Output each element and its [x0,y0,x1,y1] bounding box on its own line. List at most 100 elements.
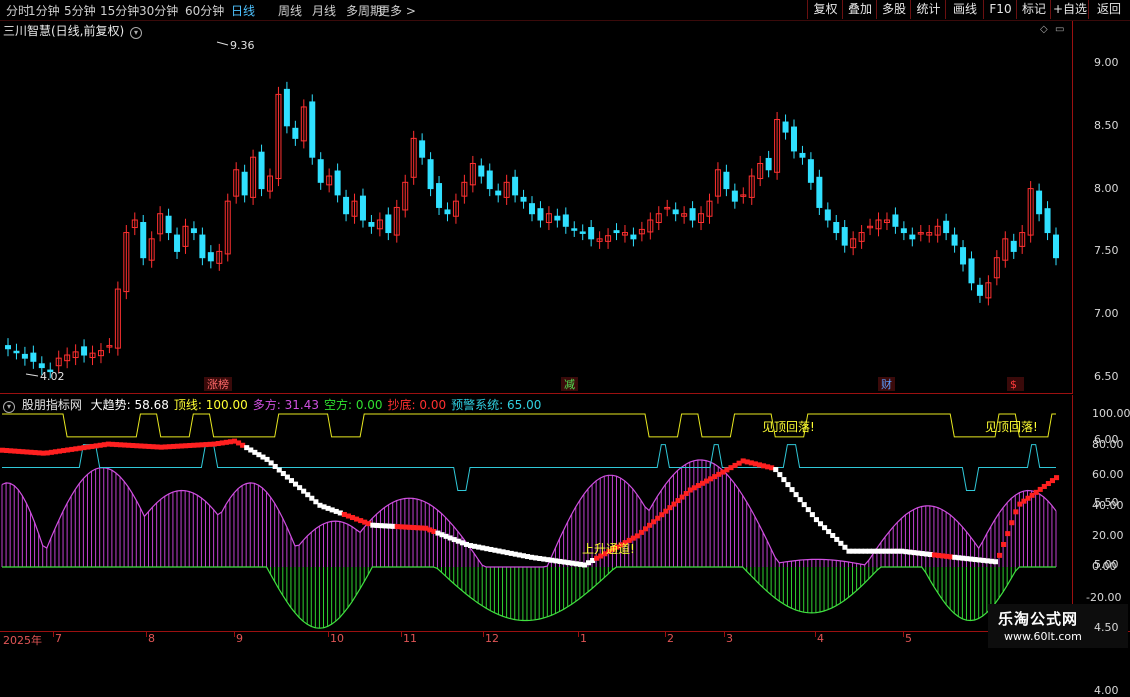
candle [706,193,713,224]
trend-step [777,472,783,478]
short-outline [2,566,1056,629]
event-tag[interactable]: $ [1010,378,1017,391]
period-tab[interactable]: 日线 [231,2,255,19]
indicator-tick-label: 100.00 [1092,407,1130,420]
period-tab[interactable]: 分时 [6,2,30,19]
period-tab[interactable]: 15分钟 [100,2,139,19]
trend-step [1005,531,1011,537]
candle [368,214,375,234]
candle [1027,181,1034,243]
kline-panel[interactable]: 9.36 4.02 涨榜 减 财 $ [0,21,1073,394]
candle [478,158,485,184]
candle [452,193,459,224]
indicator-chart[interactable]: 见顶回落! 见顶回落! 上升通道! [0,395,1072,630]
candle [224,193,231,262]
candle [461,174,468,204]
candle [799,145,806,165]
kline-chart[interactable]: 9.36 4.02 涨榜 减 财 $ [0,21,1072,393]
date-month: 5 [905,632,912,645]
candle [807,152,814,190]
high-arrow [216,41,229,46]
indicator-tick-label: 20.00 [1092,529,1124,543]
trend-step [997,552,1003,558]
trend-step [781,477,787,483]
toolbar-button[interactable]: 复权 [807,0,843,19]
period-tab[interactable]: 更多 > [378,2,416,19]
candle [157,206,164,242]
price-tick-label: 4.00 [1094,684,1119,697]
candle [605,228,612,249]
period-tab[interactable]: 月线 [312,2,336,19]
candle [13,343,20,360]
candle [106,338,113,354]
candle [664,199,671,217]
candle [698,206,705,231]
indicator-panel[interactable]: 见顶回落! 见顶回落! 上升通道! [0,395,1073,630]
candle [486,163,493,197]
period-tab[interactable]: 周线 [278,2,302,19]
date-month: 4 [817,632,824,645]
candle [926,225,933,243]
indicator-tick-label: -20.00 [1086,590,1122,604]
candle [436,176,443,215]
candle [250,149,257,205]
candle [495,183,502,203]
candle [174,227,181,259]
period-tab[interactable]: 5分钟 [64,2,96,19]
candle [545,206,552,231]
date-month: 8 [148,632,155,645]
candle [283,81,290,134]
toolbar-button[interactable]: 叠加 [842,0,877,19]
indicator-tick-label: 40.00 [1092,498,1124,512]
date-tick [903,631,904,637]
toolbar-button[interactable]: 多股 [876,0,911,19]
event-tag[interactable]: 涨榜 [207,377,229,391]
candle [875,212,882,237]
candle [714,162,721,204]
candle [207,245,214,269]
candle [672,202,679,222]
candle [72,344,79,366]
period-tab[interactable]: 60分钟 [185,2,224,19]
period-tab[interactable]: 多周期 [346,2,382,19]
date-month: 9 [236,632,243,645]
candle [165,208,172,241]
candle [216,243,223,271]
toolbar-button[interactable]: F10 [983,0,1017,19]
candle [300,99,307,149]
candle [233,162,240,204]
period-tab[interactable]: 1分钟 [28,2,60,19]
candle [376,212,383,237]
candle [182,218,189,254]
candle [554,208,561,228]
date-month: 7 [55,632,62,645]
candle [917,225,924,242]
candle [596,231,603,249]
candle [512,169,519,203]
candle [199,227,206,266]
event-tag[interactable]: 减 [564,378,575,391]
toolbar-button[interactable]: 返回 [1088,0,1129,19]
period-tab[interactable]: 30分钟 [139,2,178,19]
candle [537,201,544,228]
candle [1044,201,1051,241]
event-tag[interactable]: 财 [881,377,892,391]
candle [1053,227,1059,266]
watermark-name: 乐淘公式网 [998,610,1079,628]
toolbar-button[interactable]: 画线 [945,0,984,19]
candle [529,196,535,222]
signal-text: 见顶回落! [985,420,1038,434]
candle [469,155,476,193]
candle [757,155,764,187]
candle [334,163,341,203]
toolbar-button[interactable]: 标记 [1016,0,1051,19]
toolbar-button[interactable]: +自选 [1050,0,1089,19]
candle [951,227,958,253]
toolbar-button[interactable]: 统计 [910,0,946,19]
candle [909,227,916,247]
watermark-url: www.60lt.com [1004,630,1082,643]
candle [292,120,299,146]
candle [943,213,950,241]
date-tick [665,631,666,637]
date-tick [578,631,579,637]
